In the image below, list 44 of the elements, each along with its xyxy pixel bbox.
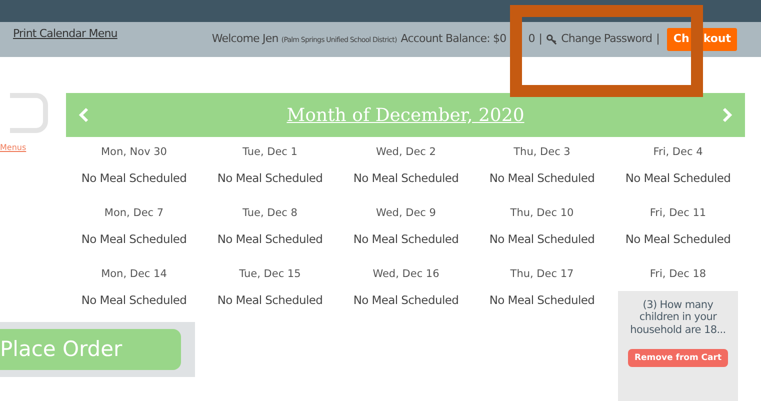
print-calendar-link[interactable]: Print Calendar Menu: [13, 26, 118, 42]
day-label: Mon, Dec 7: [103, 206, 165, 221]
day-label: Wed, Dec 2: [375, 145, 437, 160]
no-meal-text: No Meal Scheduled: [624, 170, 732, 187]
day-label: Mon, Nov 30: [100, 145, 168, 160]
day-label: Fri, Dec 4: [652, 145, 704, 160]
no-meal-text: No Meal Scheduled: [488, 292, 596, 309]
no-meal-text: No Meal Scheduled: [624, 230, 732, 248]
separator-text: |: [656, 31, 660, 48]
day-label: Fri, Dec 11: [648, 206, 708, 221]
month-title[interactable]: Month of December, 2020: [286, 102, 524, 128]
no-meal-text: No Meal Scheduled: [352, 170, 460, 187]
question-text: (3) How many children in your household are 18...: [629, 298, 727, 337]
day-label: Tue, Dec 15: [238, 267, 302, 282]
menus-link[interactable]: Menus: [0, 142, 26, 154]
day-label: Tue, Dec 8: [242, 206, 298, 221]
change-password-link[interactable]: Change Password: [561, 31, 652, 48]
account-balance-tail: 0: [528, 31, 535, 48]
day-label: Wed, Dec 9: [375, 206, 437, 221]
no-meal-text: No Meal Scheduled: [216, 170, 324, 187]
no-meal-text: No Meal Scheduled: [216, 230, 324, 248]
no-meal-text: No Meal Scheduled: [352, 230, 460, 248]
place-order-button[interactable]: Place Order: [0, 329, 181, 370]
no-meal-text: No Meal Scheduled: [352, 292, 460, 309]
next-month-icon[interactable]: [720, 106, 733, 124]
key-icon: [546, 34, 558, 45]
account-balance: Account Balance: $0: [400, 31, 506, 48]
input-field[interactable]: [10, 93, 48, 133]
no-meal-text: No Meal Scheduled: [80, 170, 188, 187]
separator-text: |: [538, 31, 542, 48]
day-label: Fri, Dec 18: [648, 267, 708, 282]
no-meal-text: No Meal Scheduled: [488, 170, 596, 187]
day-label: Thu, Dec 17: [509, 267, 575, 282]
remove-from-cart-button[interactable]: Remove from Cart: [628, 348, 728, 368]
no-meal-text: No Meal Scheduled: [80, 292, 188, 309]
previous-month-icon[interactable]: [78, 106, 90, 124]
day-label: Thu, Dec 3: [512, 145, 572, 160]
day-label: Wed, Dec 16: [372, 267, 440, 282]
day-label: Tue, Dec 1: [242, 145, 298, 160]
day-label: Thu, Dec 10: [509, 206, 575, 221]
no-meal-text: No Meal Scheduled: [80, 230, 188, 248]
no-meal-text: No Meal Scheduled: [216, 292, 324, 309]
day-label: Mon, Dec 14: [100, 267, 168, 282]
no-meal-text: No Meal Scheduled: [488, 230, 596, 248]
